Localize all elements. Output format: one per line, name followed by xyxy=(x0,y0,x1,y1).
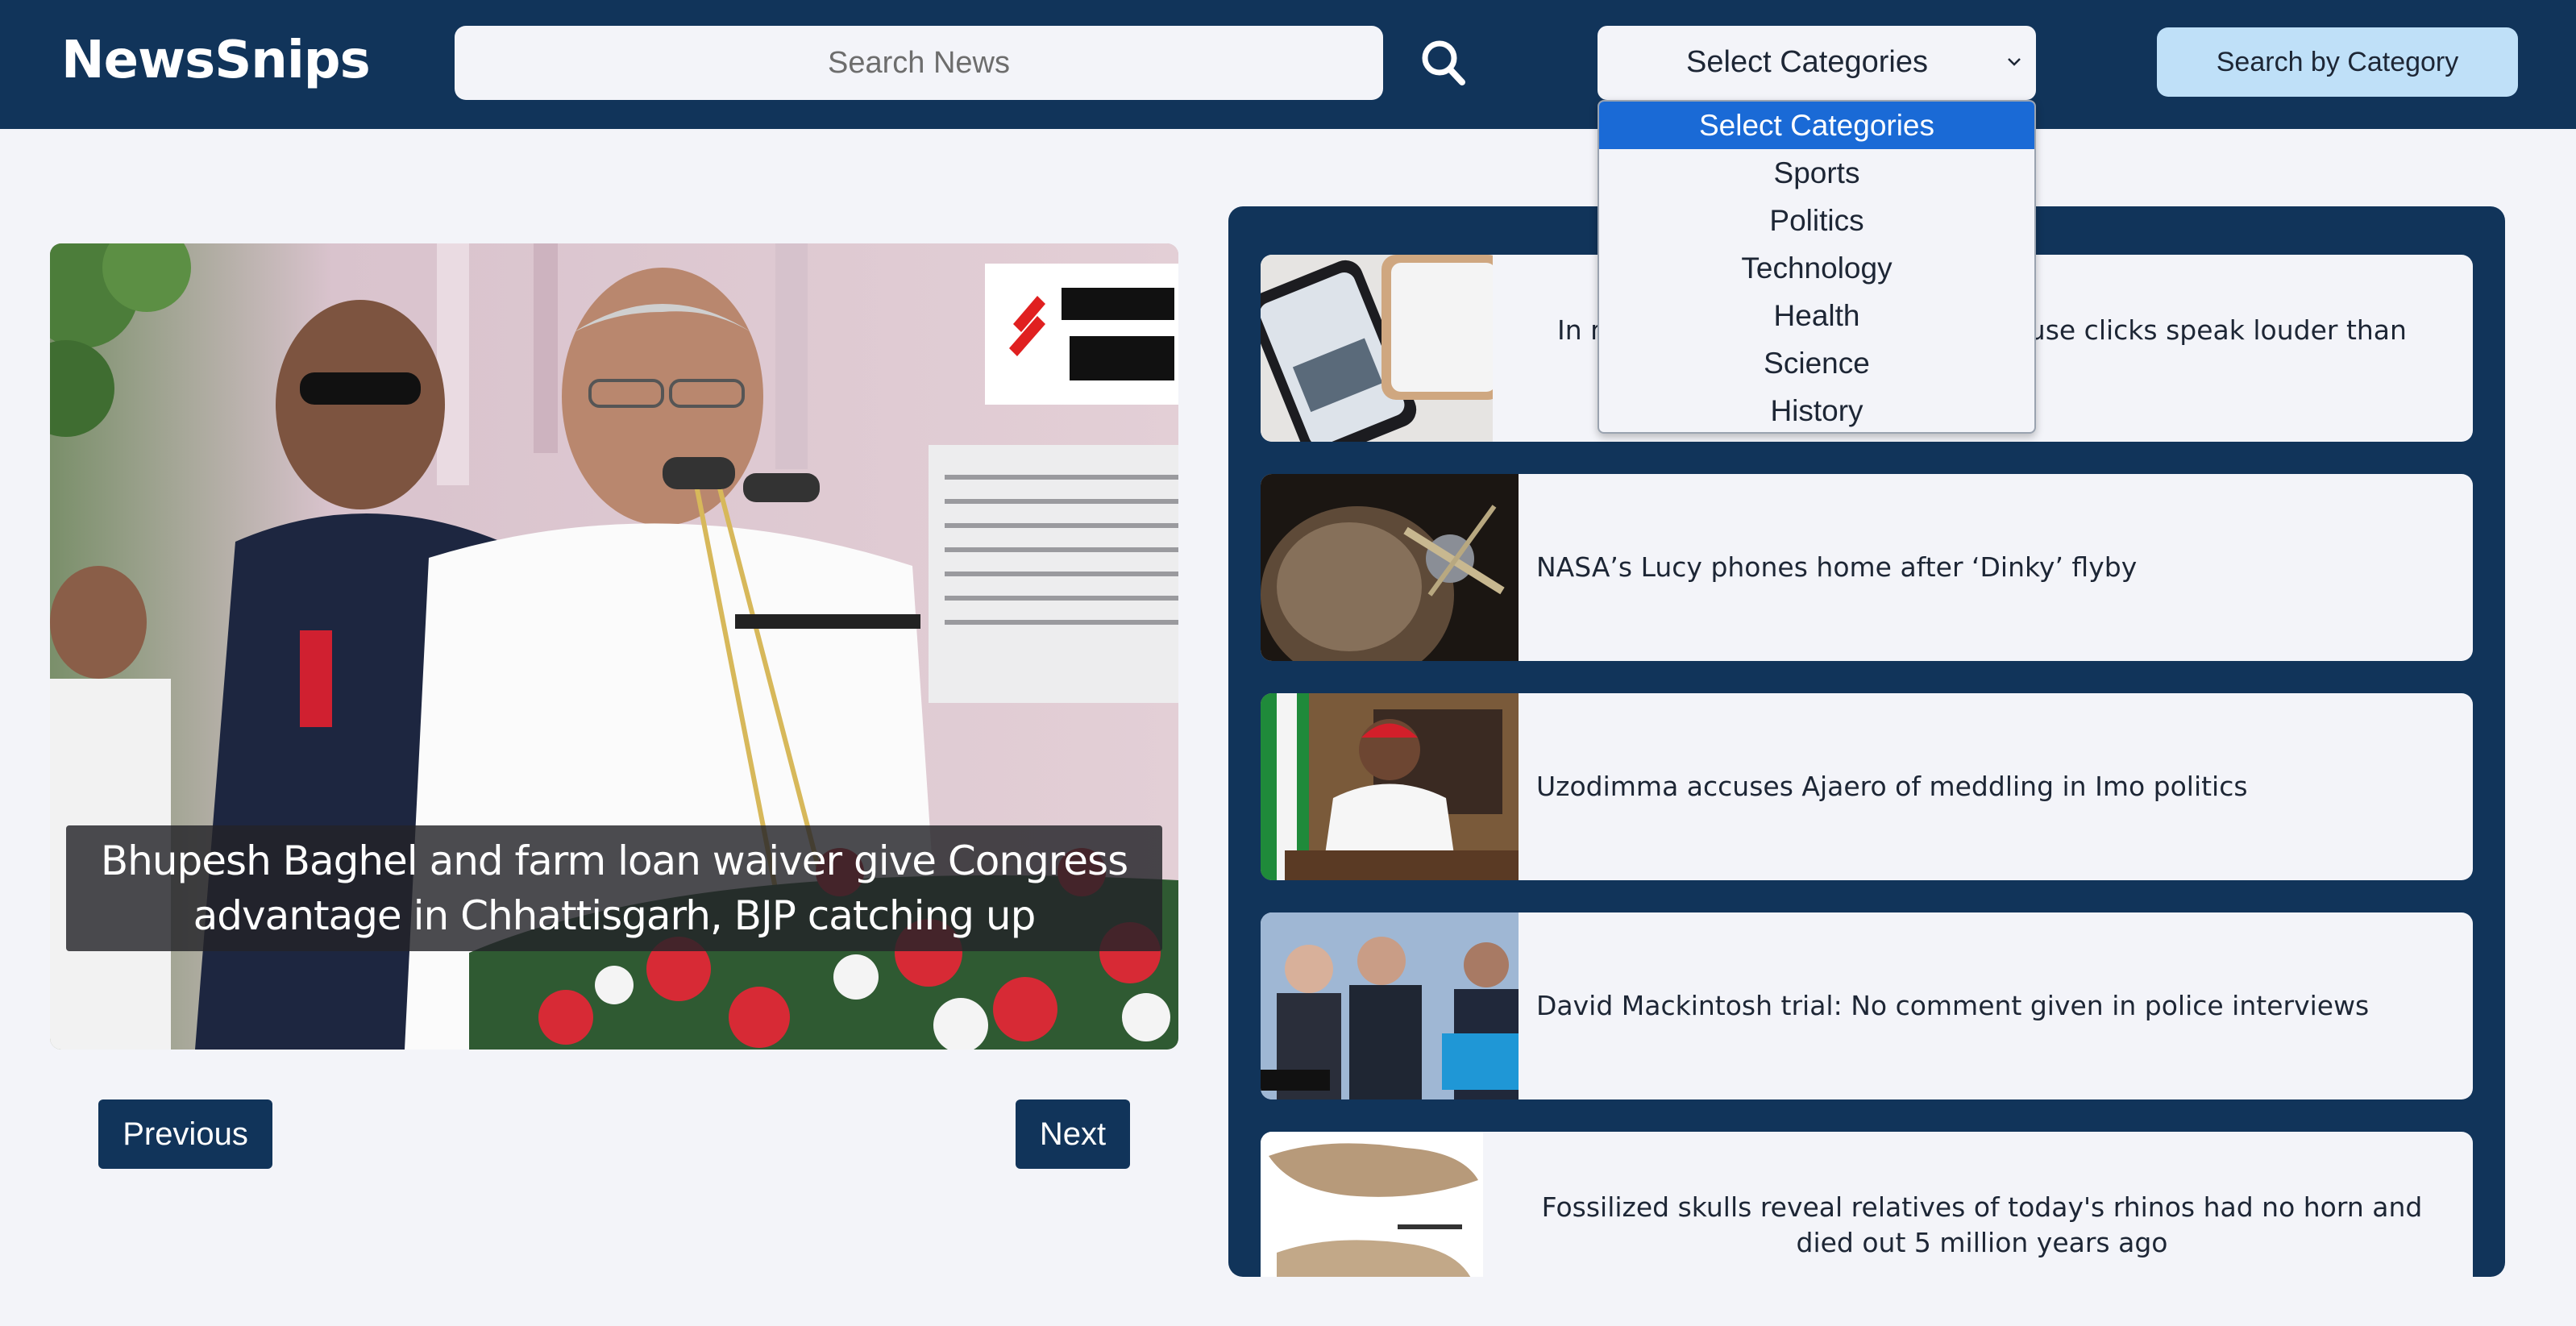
news-title[interactable]: David Mackintosh trial: No comment given… xyxy=(1536,912,2447,1099)
news-thumbnail xyxy=(1261,474,1519,661)
previous-button[interactable]: Previous xyxy=(98,1099,272,1169)
carousel-caption-text: Bhupesh Baghel and farm loan waiver give… xyxy=(100,838,1128,939)
next-button[interactable]: Next xyxy=(1016,1099,1130,1169)
dropdown-option-technology[interactable]: Technology xyxy=(1599,244,2034,292)
search-by-category-button[interactable]: Search by Category xyxy=(2157,27,2518,97)
news-thumbnail xyxy=(1261,693,1519,880)
carousel-caption[interactable]: Bhupesh Baghel and farm loan waiver give… xyxy=(66,825,1162,951)
category-select-value: Select Categories xyxy=(1686,45,1928,79)
news-card[interactable]: David Mackintosh trial: No comment given… xyxy=(1261,912,2473,1099)
dropdown-option-health[interactable]: Health xyxy=(1599,292,2034,339)
brand-logo[interactable]: NewsSnips xyxy=(61,31,371,90)
dropdown-option-select-categories[interactable]: Select Categories xyxy=(1599,102,2034,149)
featured-carousel[interactable]: Bhupesh Baghel and farm loan waiver give… xyxy=(50,243,1178,1050)
news-title[interactable]: NASA’s Lucy phones home after ‘Dinky’ fl… xyxy=(1536,474,2447,661)
chevron-down-icon xyxy=(2008,58,2021,66)
news-thumbnail xyxy=(1261,255,1493,442)
navbar: NewsSnips Select Categories Search by Ca… xyxy=(0,0,2576,129)
dropdown-option-science[interactable]: Science xyxy=(1599,339,2034,387)
category-dropdown: Select Categories Sports Politics Techno… xyxy=(1598,100,2036,434)
news-card[interactable]: Fossilized skulls reveal relatives of to… xyxy=(1261,1132,2473,1277)
search-icon[interactable] xyxy=(1419,35,1469,90)
news-title[interactable]: Uzodimma accuses Ajaero of meddling in I… xyxy=(1536,693,2447,880)
dropdown-option-politics[interactable]: Politics xyxy=(1599,197,2034,244)
search-input[interactable] xyxy=(455,26,1383,100)
news-title[interactable]: Fossilized skulls reveal relatives of to… xyxy=(1510,1132,2453,1277)
news-thumbnail xyxy=(1261,1132,1483,1277)
dropdown-option-sports[interactable]: Sports xyxy=(1599,149,2034,197)
news-card[interactable]: Uzodimma accuses Ajaero of meddling in I… xyxy=(1261,693,2473,880)
dropdown-option-history[interactable]: History xyxy=(1599,387,2034,432)
category-select[interactable]: Select Categories xyxy=(1598,26,2036,100)
news-card[interactable]: NASA’s Lucy phones home after ‘Dinky’ fl… xyxy=(1261,474,2473,661)
news-thumbnail xyxy=(1261,912,1519,1099)
